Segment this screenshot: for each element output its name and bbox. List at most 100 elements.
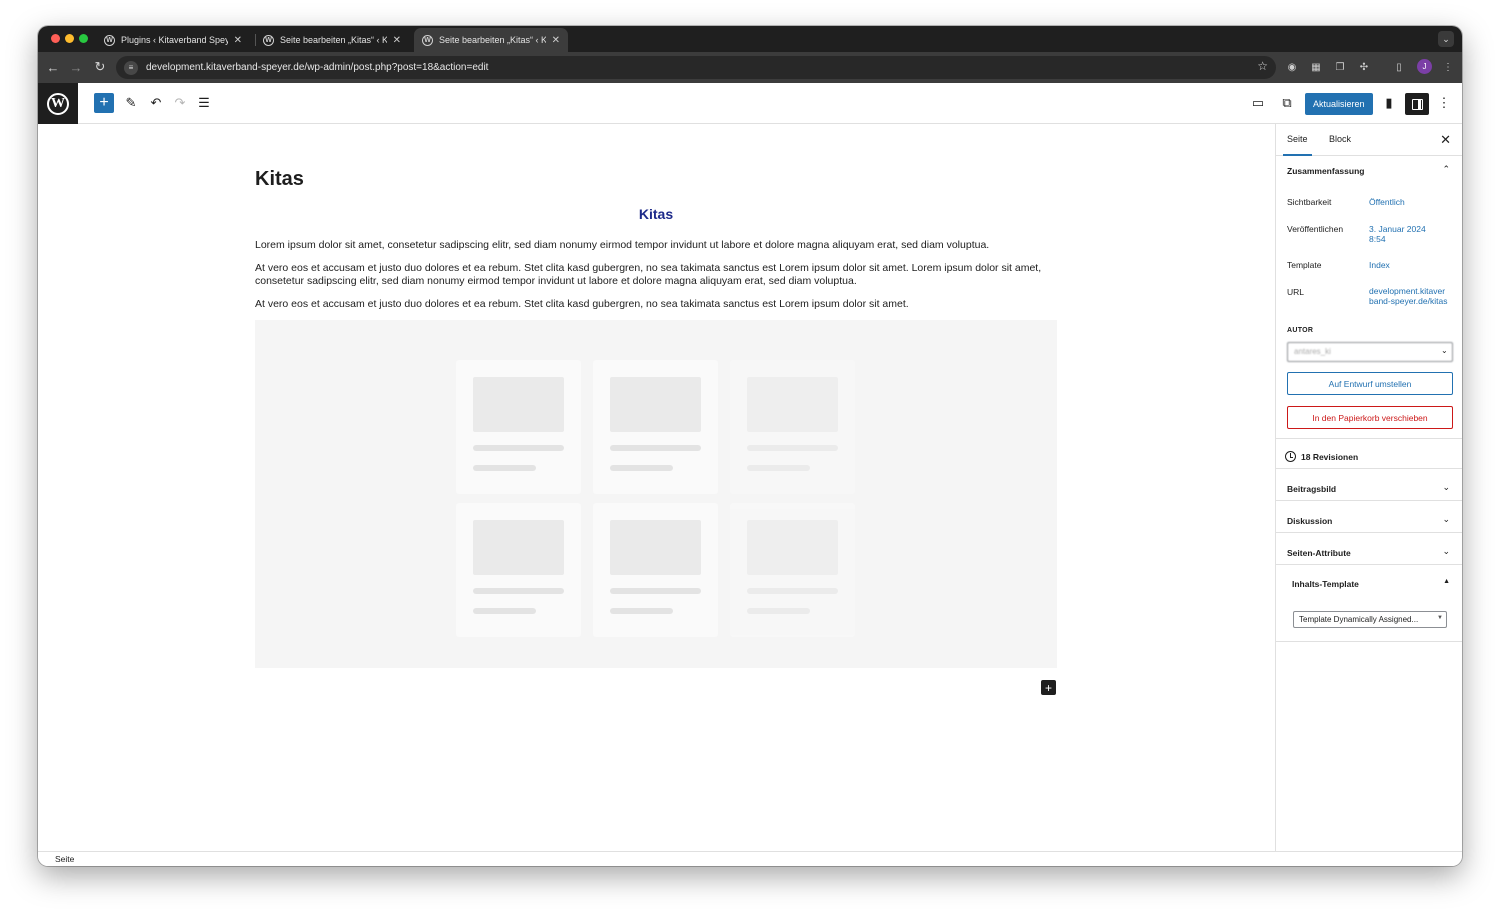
revisions-label: 18 Revisionen — [1301, 451, 1359, 462]
forward-arrow-icon[interactable]: → — [68, 59, 84, 75]
sidebar-settings-icon — [1411, 98, 1423, 110]
sidebar-tabs: Seite Block ✕ — [1276, 124, 1462, 156]
chevron-down-icon[interactable]: ⌄ — [1442, 514, 1450, 525]
tab-search-chevron-icon[interactable]: ⌄ — [1438, 31, 1454, 47]
content-template-panel-title[interactable]: Inhalts-Template — [1292, 579, 1359, 589]
browser-tab-edit-page-active[interactable]: W Seite bearbeiten „Kitas“ ‹ Kitaverband… — [414, 28, 568, 52]
tab-seite[interactable]: Seite — [1283, 134, 1311, 156]
chevron-down-icon[interactable]: ⌄ — [1442, 482, 1450, 493]
wordpress-logo-button[interactable]: W — [38, 83, 78, 124]
wordpress-favicon-icon: W — [104, 34, 115, 46]
skeleton-card — [593, 360, 718, 494]
dynamic-content-placeholder[interactable] — [255, 320, 1057, 668]
skeleton-card — [730, 503, 855, 637]
divider — [1276, 438, 1462, 439]
close-tab-icon[interactable]: ✕ — [234, 35, 242, 46]
visibility-value[interactable]: Öffentlich — [1369, 197, 1449, 207]
publish-label: Veröffentlichen — [1287, 224, 1344, 234]
browser-toolbar: ← → ↻ ≡ development.kitaverband-speyer.d… — [38, 52, 1462, 83]
post-title[interactable]: Kitas — [255, 168, 304, 191]
browser-tab-edit-page[interactable]: W Seite bearbeiten „Kitas“ ‹ Kitaverband… — [255, 28, 409, 52]
preview-device-icon[interactable]: ▭ — [1248, 93, 1268, 113]
browser-window: W Plugins ‹ Kitaverband Speyer ✕ W Seite… — [38, 26, 1462, 866]
author-label: AUTOR — [1287, 327, 1314, 334]
paragraph-block[interactable]: At vero eos et accusam et justo duo dolo… — [255, 262, 1057, 288]
document-overview-icon[interactable]: ☰ — [194, 93, 214, 113]
redo-icon[interactable]: ↷ — [170, 93, 190, 113]
view-page-external-icon[interactable]: ⧉ — [1277, 93, 1297, 113]
minimize-window-button[interactable] — [65, 34, 74, 43]
camera-extension-icon[interactable]: ◉ — [1285, 60, 1299, 74]
reload-icon[interactable]: ↻ — [92, 59, 108, 75]
undo-icon[interactable]: ↶ — [146, 93, 166, 113]
author-select[interactable]: antares_ki — [1287, 342, 1453, 362]
plugin-clipboard-icon[interactable]: ▮ — [1379, 93, 1399, 113]
wordpress-favicon-icon: W — [422, 34, 433, 46]
skeleton-card — [593, 503, 718, 637]
block-inserter-button[interactable]: + — [94, 93, 114, 113]
skeleton-card — [730, 360, 855, 494]
divider — [1276, 532, 1462, 533]
qr-extension-icon[interactable]: ▦ — [1309, 60, 1323, 74]
wordpress-logo-icon: W — [47, 92, 69, 115]
update-button[interactable]: Aktualisieren — [1305, 93, 1373, 115]
template-value[interactable]: Index — [1369, 260, 1449, 270]
chevron-down-icon: ⌄ — [1441, 346, 1448, 355]
editor-canvas: Kitas Kitas Lorem ipsum dolor sit amet, … — [38, 124, 1275, 851]
tab-strip: W Plugins ‹ Kitaverband Speyer ✕ W Seite… — [38, 26, 1462, 52]
tab-title: Plugins ‹ Kitaverband Speyer — [121, 35, 228, 45]
close-tab-icon[interactable]: ✕ — [393, 35, 401, 46]
triangle-up-icon[interactable]: ▲ — [1443, 578, 1450, 585]
profile-avatar[interactable]: J — [1417, 59, 1432, 74]
breadcrumb[interactable]: Seite — [55, 854, 74, 864]
url-text: development.kitaverband-speyer.de/wp-adm… — [146, 62, 489, 73]
divider — [1276, 468, 1462, 469]
tools-pencil-icon[interactable]: ✎ — [121, 93, 141, 113]
history-icon — [1285, 451, 1296, 462]
featured-image-panel-title[interactable]: Beitragsbild — [1287, 484, 1336, 494]
browser-tab-plugins[interactable]: W Plugins ‹ Kitaverband Speyer ✕ — [96, 28, 250, 52]
maximize-window-button[interactable] — [79, 34, 88, 43]
extensions-puzzle-icon[interactable]: ✣ — [1357, 60, 1371, 74]
template-label: Template — [1287, 260, 1322, 270]
heading-block[interactable]: Kitas — [255, 206, 1057, 222]
add-block-button[interactable]: + — [1041, 680, 1056, 695]
editor-header: W + ✎ ↶ ↷ ☰ ▭ ⧉ Aktualisieren ▮ ⋮ — [38, 83, 1462, 124]
page-attributes-panel-title[interactable]: Seiten-Attribute — [1287, 548, 1351, 558]
chevron-down-icon[interactable]: ⌄ — [1442, 546, 1450, 557]
divider — [1276, 641, 1462, 642]
url-label: URL — [1287, 287, 1305, 297]
settings-toggle-button[interactable] — [1405, 93, 1429, 115]
bookmark-star-icon[interactable]: ☆ — [1257, 59, 1268, 73]
content-template-select[interactable]: Template Dynamically Assigned... — [1293, 611, 1447, 628]
close-window-button[interactable] — [51, 34, 60, 43]
paragraph-block[interactable]: Lorem ipsum dolor sit amet, consetetur s… — [255, 239, 1057, 252]
side-panel-icon[interactable]: ▯ — [1392, 60, 1406, 74]
browser-menu-icon[interactable]: ⋮ — [1441, 60, 1455, 74]
paragraph-block[interactable]: At vero eos et accusam et justo duo dolo… — [255, 298, 1057, 311]
site-info-icon[interactable]: ≡ — [124, 60, 138, 75]
tab-title: Seite bearbeiten „Kitas“ ‹ Kitaverband S… — [280, 35, 387, 45]
chevron-up-icon[interactable]: ⌃ — [1442, 164, 1450, 175]
editor-footer: Seite — [38, 851, 1462, 866]
tab-block[interactable]: Block — [1329, 134, 1351, 144]
publish-date-value[interactable]: 3. Januar 2024 8:54 — [1369, 224, 1431, 244]
switch-to-draft-button[interactable]: Auf Entwurf umstellen — [1287, 372, 1453, 395]
revisions-link[interactable]: 18 Revisionen — [1285, 451, 1358, 462]
copy-extension-icon[interactable]: ❐ — [1333, 60, 1347, 74]
discussion-panel-title[interactable]: Diskussion — [1287, 516, 1332, 526]
options-menu-icon[interactable]: ⋮ — [1434, 93, 1454, 113]
url-value[interactable]: development.kitaverband-speyer.de/kitas — [1369, 286, 1449, 306]
divider — [1276, 500, 1462, 501]
close-sidebar-icon[interactable]: ✕ — [1440, 132, 1451, 148]
summary-panel-title[interactable]: Zusammenfassung — [1287, 166, 1364, 176]
tab-title: Seite bearbeiten „Kitas“ ‹ Kitaverband S… — [439, 35, 546, 45]
address-bar[interactable]: ≡ development.kitaverband-speyer.de/wp-a… — [116, 56, 1276, 79]
skeleton-card — [456, 503, 581, 637]
wordpress-favicon-icon: W — [263, 34, 274, 46]
divider — [1276, 564, 1462, 565]
triangle-down-icon: ▼ — [1437, 615, 1443, 621]
move-to-trash-button[interactable]: In den Papierkorb verschieben — [1287, 406, 1453, 429]
back-arrow-icon[interactable]: ← — [45, 59, 61, 75]
close-tab-icon[interactable]: ✕ — [552, 35, 560, 46]
